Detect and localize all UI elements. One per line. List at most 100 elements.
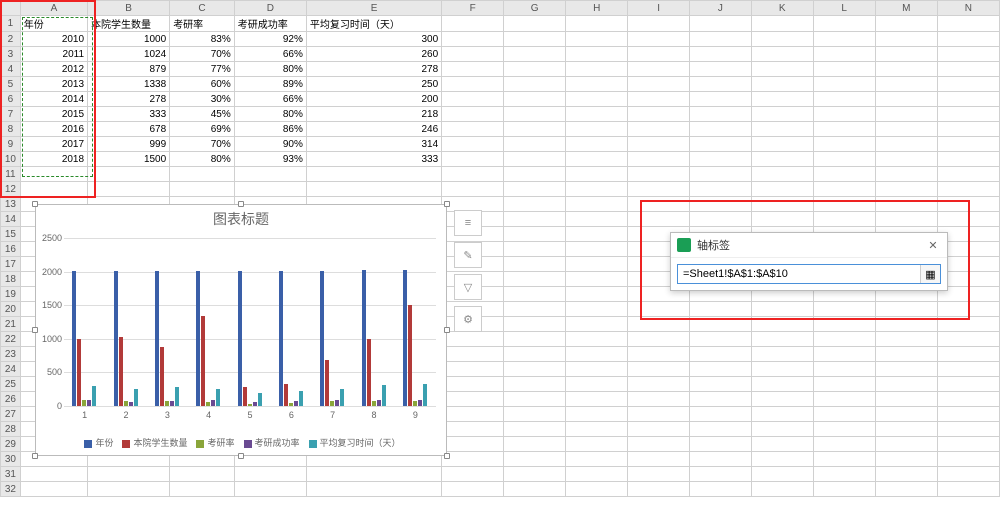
cell-G16[interactable] xyxy=(504,242,566,257)
cell-K20[interactable] xyxy=(751,302,813,317)
cell-L11[interactable] xyxy=(813,167,875,182)
bar[interactable] xyxy=(175,387,179,406)
cell-H16[interactable] xyxy=(566,242,628,257)
row-header[interactable]: 10 xyxy=(1,152,21,167)
cell-B11[interactable] xyxy=(88,167,170,182)
cell-J26[interactable] xyxy=(689,392,751,407)
cell-K7[interactable] xyxy=(751,107,813,122)
cell-E8[interactable]: 246 xyxy=(306,122,441,137)
cell-L6[interactable] xyxy=(813,92,875,107)
cell-C32[interactable] xyxy=(170,482,235,497)
row-header[interactable]: 6 xyxy=(1,92,21,107)
bar[interactable] xyxy=(92,386,96,406)
cell-G30[interactable] xyxy=(504,452,566,467)
cell-H13[interactable] xyxy=(566,197,628,212)
cell-M31[interactable] xyxy=(875,467,937,482)
cell-G24[interactable] xyxy=(504,362,566,377)
cell-I28[interactable] xyxy=(628,422,690,437)
row-header[interactable]: 14 xyxy=(1,212,21,227)
cell-G32[interactable] xyxy=(504,482,566,497)
gear-icon[interactable]: ⚙ xyxy=(454,306,482,332)
cell-I9[interactable] xyxy=(628,137,690,152)
legend-item[interactable]: 本院学生数量 xyxy=(119,436,187,449)
cell-B32[interactable] xyxy=(88,482,170,497)
cell-G20[interactable] xyxy=(504,302,566,317)
cell-J29[interactable] xyxy=(689,437,751,452)
bar[interactable] xyxy=(294,401,298,406)
cell-J22[interactable] xyxy=(689,332,751,347)
cell-A3[interactable]: 2011 xyxy=(20,47,87,62)
cell-G14[interactable] xyxy=(504,212,566,227)
chart-legend[interactable]: 年份本院学生数量考研率考研成功率平均复习时间（天） xyxy=(36,436,446,449)
cell-G13[interactable] xyxy=(504,197,566,212)
cell-E4[interactable]: 278 xyxy=(306,62,441,77)
cell-H6[interactable] xyxy=(566,92,628,107)
row-header[interactable]: 4 xyxy=(1,62,21,77)
cell-H29[interactable] xyxy=(566,437,628,452)
bar[interactable] xyxy=(408,305,412,406)
cell-I22[interactable] xyxy=(628,332,690,347)
cell-N26[interactable] xyxy=(937,392,999,407)
bar[interactable] xyxy=(362,270,366,406)
cell-N7[interactable] xyxy=(937,107,999,122)
cell-C2[interactable]: 83% xyxy=(170,32,235,47)
cell-B6[interactable]: 278 xyxy=(88,92,170,107)
legend-item[interactable]: 年份 xyxy=(81,436,113,449)
cell-H10[interactable] xyxy=(566,152,628,167)
cell-M7[interactable] xyxy=(875,107,937,122)
bar[interactable] xyxy=(129,402,133,406)
row-header[interactable]: 5 xyxy=(1,77,21,92)
cell-H27[interactable] xyxy=(566,407,628,422)
cell-D3[interactable]: 66% xyxy=(234,47,306,62)
cell-M14[interactable] xyxy=(875,212,937,227)
cell-N28[interactable] xyxy=(937,422,999,437)
resize-handle[interactable] xyxy=(444,453,450,459)
cell-K25[interactable] xyxy=(751,377,813,392)
bar[interactable] xyxy=(216,389,220,406)
bar[interactable] xyxy=(170,401,174,406)
bar[interactable] xyxy=(206,402,210,406)
cell-D5[interactable]: 89% xyxy=(234,77,306,92)
cell-H2[interactable] xyxy=(566,32,628,47)
cell-K9[interactable] xyxy=(751,137,813,152)
cell-E9[interactable]: 314 xyxy=(306,137,441,152)
row-header[interactable]: 9 xyxy=(1,137,21,152)
legend-item[interactable]: 考研率 xyxy=(193,436,234,449)
cell-H19[interactable] xyxy=(566,287,628,302)
cell-H5[interactable] xyxy=(566,77,628,92)
cell-H8[interactable] xyxy=(566,122,628,137)
cell-N32[interactable] xyxy=(937,482,999,497)
cell-J9[interactable] xyxy=(689,137,751,152)
row-header[interactable]: 28 xyxy=(1,422,21,437)
cell-J1[interactable] xyxy=(689,16,751,32)
resize-handle[interactable] xyxy=(238,201,244,207)
cell-N4[interactable] xyxy=(937,62,999,77)
bar[interactable] xyxy=(284,384,288,406)
column-header-N[interactable]: N xyxy=(937,1,999,16)
cell-C9[interactable]: 70% xyxy=(170,137,235,152)
cell-H7[interactable] xyxy=(566,107,628,122)
cell-G29[interactable] xyxy=(504,437,566,452)
cell-B10[interactable]: 1500 xyxy=(88,152,170,167)
cell-G2[interactable] xyxy=(504,32,566,47)
cell-F26[interactable] xyxy=(442,392,504,407)
cell-F27[interactable] xyxy=(442,407,504,422)
cell-N13[interactable] xyxy=(937,197,999,212)
cell-G31[interactable] xyxy=(504,467,566,482)
cell-C6[interactable]: 30% xyxy=(170,92,235,107)
row-header[interactable]: 2 xyxy=(1,32,21,47)
cell-H1[interactable] xyxy=(566,16,628,32)
cell-J12[interactable] xyxy=(689,182,751,197)
cell-G1[interactable] xyxy=(504,16,566,32)
resize-handle[interactable] xyxy=(238,453,244,459)
cell-I24[interactable] xyxy=(628,362,690,377)
bar[interactable] xyxy=(160,347,164,406)
cell-I12[interactable] xyxy=(628,182,690,197)
cell-G18[interactable] xyxy=(504,272,566,287)
bar[interactable] xyxy=(243,387,247,406)
cell-C31[interactable] xyxy=(170,467,235,482)
close-button[interactable]: ✕ xyxy=(925,239,941,252)
cell-N25[interactable] xyxy=(937,377,999,392)
cell-B8[interactable]: 678 xyxy=(88,122,170,137)
cell-I25[interactable] xyxy=(628,377,690,392)
